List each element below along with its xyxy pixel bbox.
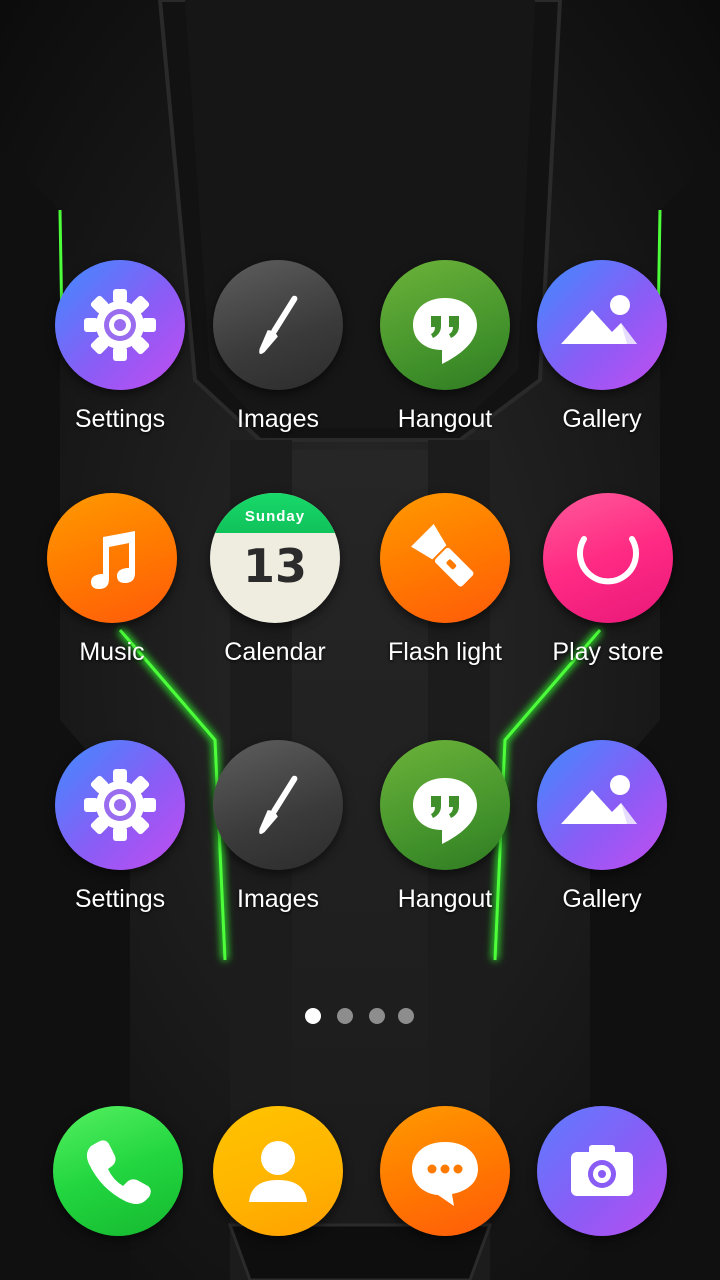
app-label: Settings: [74, 405, 166, 433]
mountain-sun-icon: [537, 740, 667, 870]
page-dot-2[interactable]: [337, 1008, 353, 1024]
dock-messages[interactable]: [360, 1106, 530, 1236]
calendar-date: 13: [242, 539, 307, 593]
app-label: Images: [237, 405, 319, 433]
calendar-icon: Sunday 13: [210, 493, 340, 623]
app-label: Hangout: [397, 405, 493, 433]
settings-gear-icon: [55, 260, 185, 390]
dock-contacts[interactable]: [193, 1106, 363, 1236]
contact-person-icon: [213, 1106, 343, 1236]
app-hangout[interactable]: Hangout: [360, 260, 530, 434]
app-hangout[interactable]: Hangout: [360, 740, 530, 914]
app-label: Play store: [552, 638, 664, 666]
phone-handset-icon: [53, 1106, 183, 1236]
message-bubble-icon: [380, 1106, 510, 1236]
play-store-bag-icon: [543, 493, 673, 623]
app-calendar[interactable]: Sunday 13 Calendar: [190, 493, 360, 667]
app-label: Settings: [74, 885, 166, 913]
calendar-day: Sunday: [210, 493, 340, 533]
hangouts-quote-icon: [380, 740, 510, 870]
flashlight-icon: [380, 493, 510, 623]
app-gallery[interactable]: Gallery: [517, 740, 687, 914]
app-play-store[interactable]: Play store: [523, 493, 693, 667]
page-dot-4[interactable]: [398, 1008, 414, 1024]
settings-gear-icon: [55, 740, 185, 870]
hangouts-quote-icon: [380, 260, 510, 390]
app-images[interactable]: Images: [193, 260, 363, 434]
app-label: Images: [237, 885, 319, 913]
paintbrush-icon: [213, 740, 343, 870]
dock-camera[interactable]: [517, 1106, 687, 1236]
app-label: Music: [79, 638, 145, 666]
paintbrush-icon: [213, 260, 343, 390]
app-flash-light[interactable]: Flash light: [360, 493, 530, 667]
app-music[interactable]: Music: [27, 493, 197, 667]
app-label: Flash light: [388, 638, 502, 666]
page-dot-3[interactable]: [369, 1008, 385, 1024]
app-label: Gallery: [562, 885, 642, 913]
app-gallery[interactable]: Gallery: [517, 260, 687, 434]
app-images[interactable]: Images: [193, 740, 363, 914]
app-settings[interactable]: Settings: [35, 740, 205, 914]
app-label: Gallery: [562, 405, 642, 433]
dock-phone[interactable]: [33, 1106, 203, 1236]
page-indicator: [0, 1008, 720, 1026]
app-label: Hangout: [397, 885, 493, 913]
app-label: Calendar: [224, 638, 326, 666]
music-note-icon: [47, 493, 177, 623]
camera-icon: [537, 1106, 667, 1236]
page-dot-1[interactable]: [305, 1008, 321, 1024]
mountain-sun-icon: [537, 260, 667, 390]
app-settings[interactable]: Settings: [35, 260, 205, 434]
